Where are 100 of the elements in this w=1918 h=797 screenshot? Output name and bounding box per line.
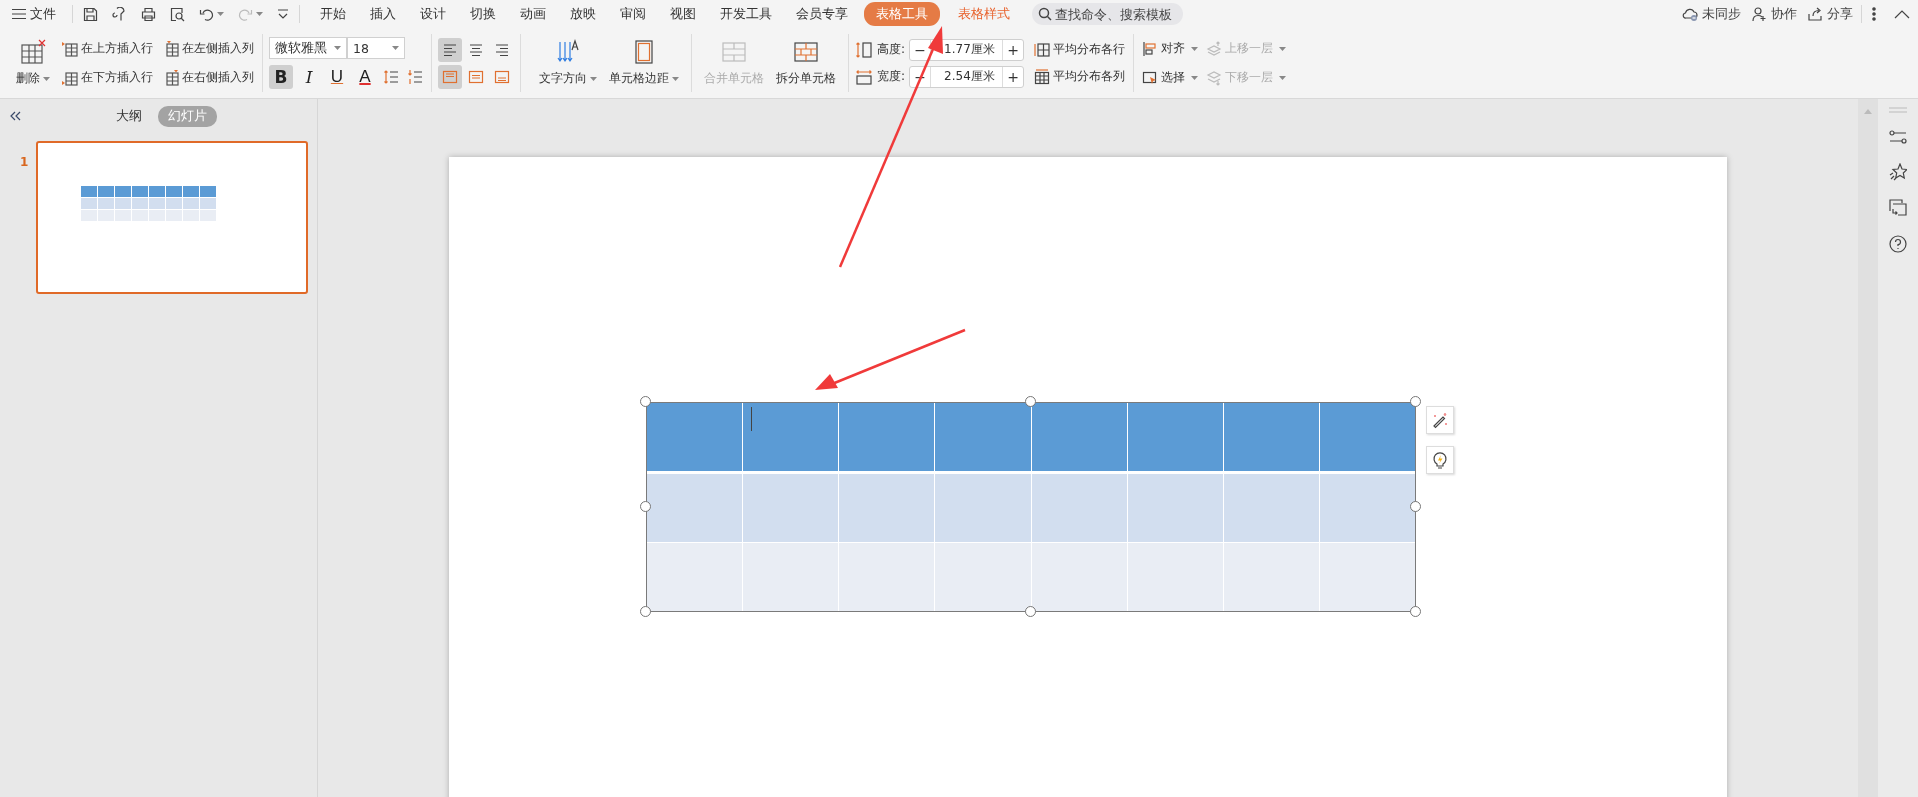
resize-handle[interactable]: [1410, 396, 1421, 407]
insert-button[interactable]: 在左侧插入列: [161, 38, 256, 59]
table-cell[interactable]: [839, 474, 935, 542]
caret-icon: [672, 76, 679, 81]
resize-handle[interactable]: [640, 501, 651, 512]
increment-button[interactable]: +: [1003, 68, 1024, 85]
table-cell[interactable]: [935, 543, 1031, 611]
suggestion-button[interactable]: [1426, 446, 1454, 474]
italic-button[interactable]: I: [297, 65, 321, 89]
table-cell[interactable]: [1127, 474, 1223, 542]
table-cell[interactable]: [935, 474, 1031, 542]
style-wand-button[interactable]: [1426, 406, 1454, 434]
number-stepper[interactable]: − 1.77厘米 +: [909, 38, 1025, 61]
slide-thumbnail[interactable]: [36, 141, 309, 294]
add-person-icon: [1751, 6, 1767, 22]
ribbon-tab[interactable]: 审阅: [608, 2, 658, 26]
font-dropdown[interactable]: 微软雅黑: [269, 37, 347, 59]
search-field[interactable]: 查找命令、搜索模板: [1032, 3, 1183, 25]
ribbon-tab[interactable]: 视图: [658, 2, 708, 26]
table-cell[interactable]: [1319, 403, 1415, 471]
animation-button[interactable]: [1887, 161, 1909, 183]
ribbon-tab[interactable]: 放映: [558, 2, 608, 26]
ribbon-tab[interactable]: 设计: [408, 2, 458, 26]
ribbon-tab[interactable]: 动画: [508, 2, 558, 26]
table-cell[interactable]: [1031, 543, 1127, 611]
ribbon-tab[interactable]: 切换: [458, 2, 508, 26]
double-chevron-left-icon: [10, 111, 22, 121]
align-button[interactable]: [438, 37, 462, 62]
resize-handle[interactable]: [1025, 396, 1036, 407]
table-cell[interactable]: [1223, 474, 1319, 542]
table-cell[interactable]: [743, 403, 839, 471]
resize-handle[interactable]: [640, 396, 651, 407]
paragraph-spacing-button[interactable]: [405, 67, 425, 87]
ribbon-tab[interactable]: 会员专享: [784, 2, 860, 26]
view-tab[interactable]: 大纲: [106, 105, 152, 127]
resize-handle[interactable]: [640, 606, 651, 617]
align-objects-icon: [1142, 40, 1159, 57]
table-insert-icon: [62, 69, 78, 86]
text-direction-button[interactable]: 文字方向: [533, 37, 603, 89]
table-cell[interactable]: [839, 543, 935, 611]
table-cell[interactable]: [1319, 474, 1415, 542]
table-cell[interactable]: [935, 403, 1031, 471]
table-cell[interactable]: [1031, 474, 1127, 542]
settings-button[interactable]: [1887, 127, 1909, 147]
distribute-columns-button[interactable]: 平均分布各列: [1032, 66, 1128, 87]
table-cell[interactable]: [647, 474, 743, 542]
bold-button[interactable]: B: [269, 65, 293, 89]
ribbon-tab[interactable]: 开始: [308, 2, 358, 26]
table-cell[interactable]: [1127, 543, 1223, 611]
caret-icon: [217, 12, 224, 16]
merge-cells-icon: [721, 39, 747, 65]
font-color-button[interactable]: A: [353, 65, 377, 89]
collapse-lines-icon: [1889, 107, 1907, 113]
row-height-icon: [855, 40, 873, 59]
help-button[interactable]: [1887, 233, 1909, 255]
distribute-rows-button[interactable]: 平均分布各行: [1032, 39, 1128, 60]
table-cell[interactable]: [1319, 543, 1415, 611]
sync-button[interactable]: 未同步: [1682, 5, 1741, 23]
screen-icon: [1889, 199, 1907, 217]
more-button[interactable]: [1870, 5, 1878, 23]
table-cell[interactable]: [647, 543, 743, 611]
table-cell[interactable]: [839, 403, 935, 471]
table-cell[interactable]: [1031, 403, 1127, 471]
table-cell[interactable]: [1223, 543, 1319, 611]
insert-button[interactable]: 在上方插入行: [60, 38, 155, 59]
table-cell[interactable]: [743, 543, 839, 611]
table-cell[interactable]: [1127, 403, 1223, 471]
align-icon: [468, 68, 484, 85]
field-label: 宽度:: [877, 68, 906, 85]
table[interactable]: [646, 402, 1416, 612]
select-button[interactable]: 选择: [1140, 67, 1201, 88]
decrement-button[interactable]: −: [910, 41, 931, 58]
split-cells-button[interactable]: 拆分单元格: [770, 37, 842, 89]
resize-handle[interactable]: [1025, 606, 1036, 617]
value-field[interactable]: 2.54厘米: [930, 66, 1004, 87]
cell-margin-button[interactable]: 单元格边距: [603, 37, 685, 89]
resize-handle[interactable]: [1410, 501, 1421, 512]
chevron-up-icon: [1894, 9, 1910, 19]
underline-button[interactable]: U: [325, 65, 349, 89]
file-menu[interactable]: 文件: [12, 5, 64, 23]
increment-button[interactable]: +: [1003, 41, 1024, 58]
caret-icon: [1279, 75, 1287, 80]
preview-icon: [170, 6, 185, 22]
insert-button[interactable]: 在下方插入行: [60, 67, 155, 88]
align-button[interactable]: 对齐: [1140, 38, 1201, 59]
table-cell[interactable]: [647, 403, 743, 471]
table-cell[interactable]: [1223, 403, 1319, 471]
collaborate-button[interactable]: 协作: [1751, 5, 1797, 23]
resize-handle[interactable]: [1410, 606, 1421, 617]
delete-button[interactable]: 删除: [10, 37, 56, 89]
share-button[interactable]: 分享: [1807, 5, 1853, 23]
font-size-dropdown[interactable]: 18: [347, 37, 405, 59]
star-icon: [1889, 163, 1907, 181]
ribbon-tab[interactable]: 开发工具: [708, 2, 784, 26]
ribbon-tab[interactable]: 插入: [358, 2, 408, 26]
table-insert-icon: [62, 40, 78, 57]
line-spacing-icon: [383, 69, 399, 85]
insert-button[interactable]: 在右侧插入列: [161, 67, 256, 88]
table-cell[interactable]: [743, 474, 839, 542]
slideshow-button[interactable]: [1887, 197, 1909, 219]
